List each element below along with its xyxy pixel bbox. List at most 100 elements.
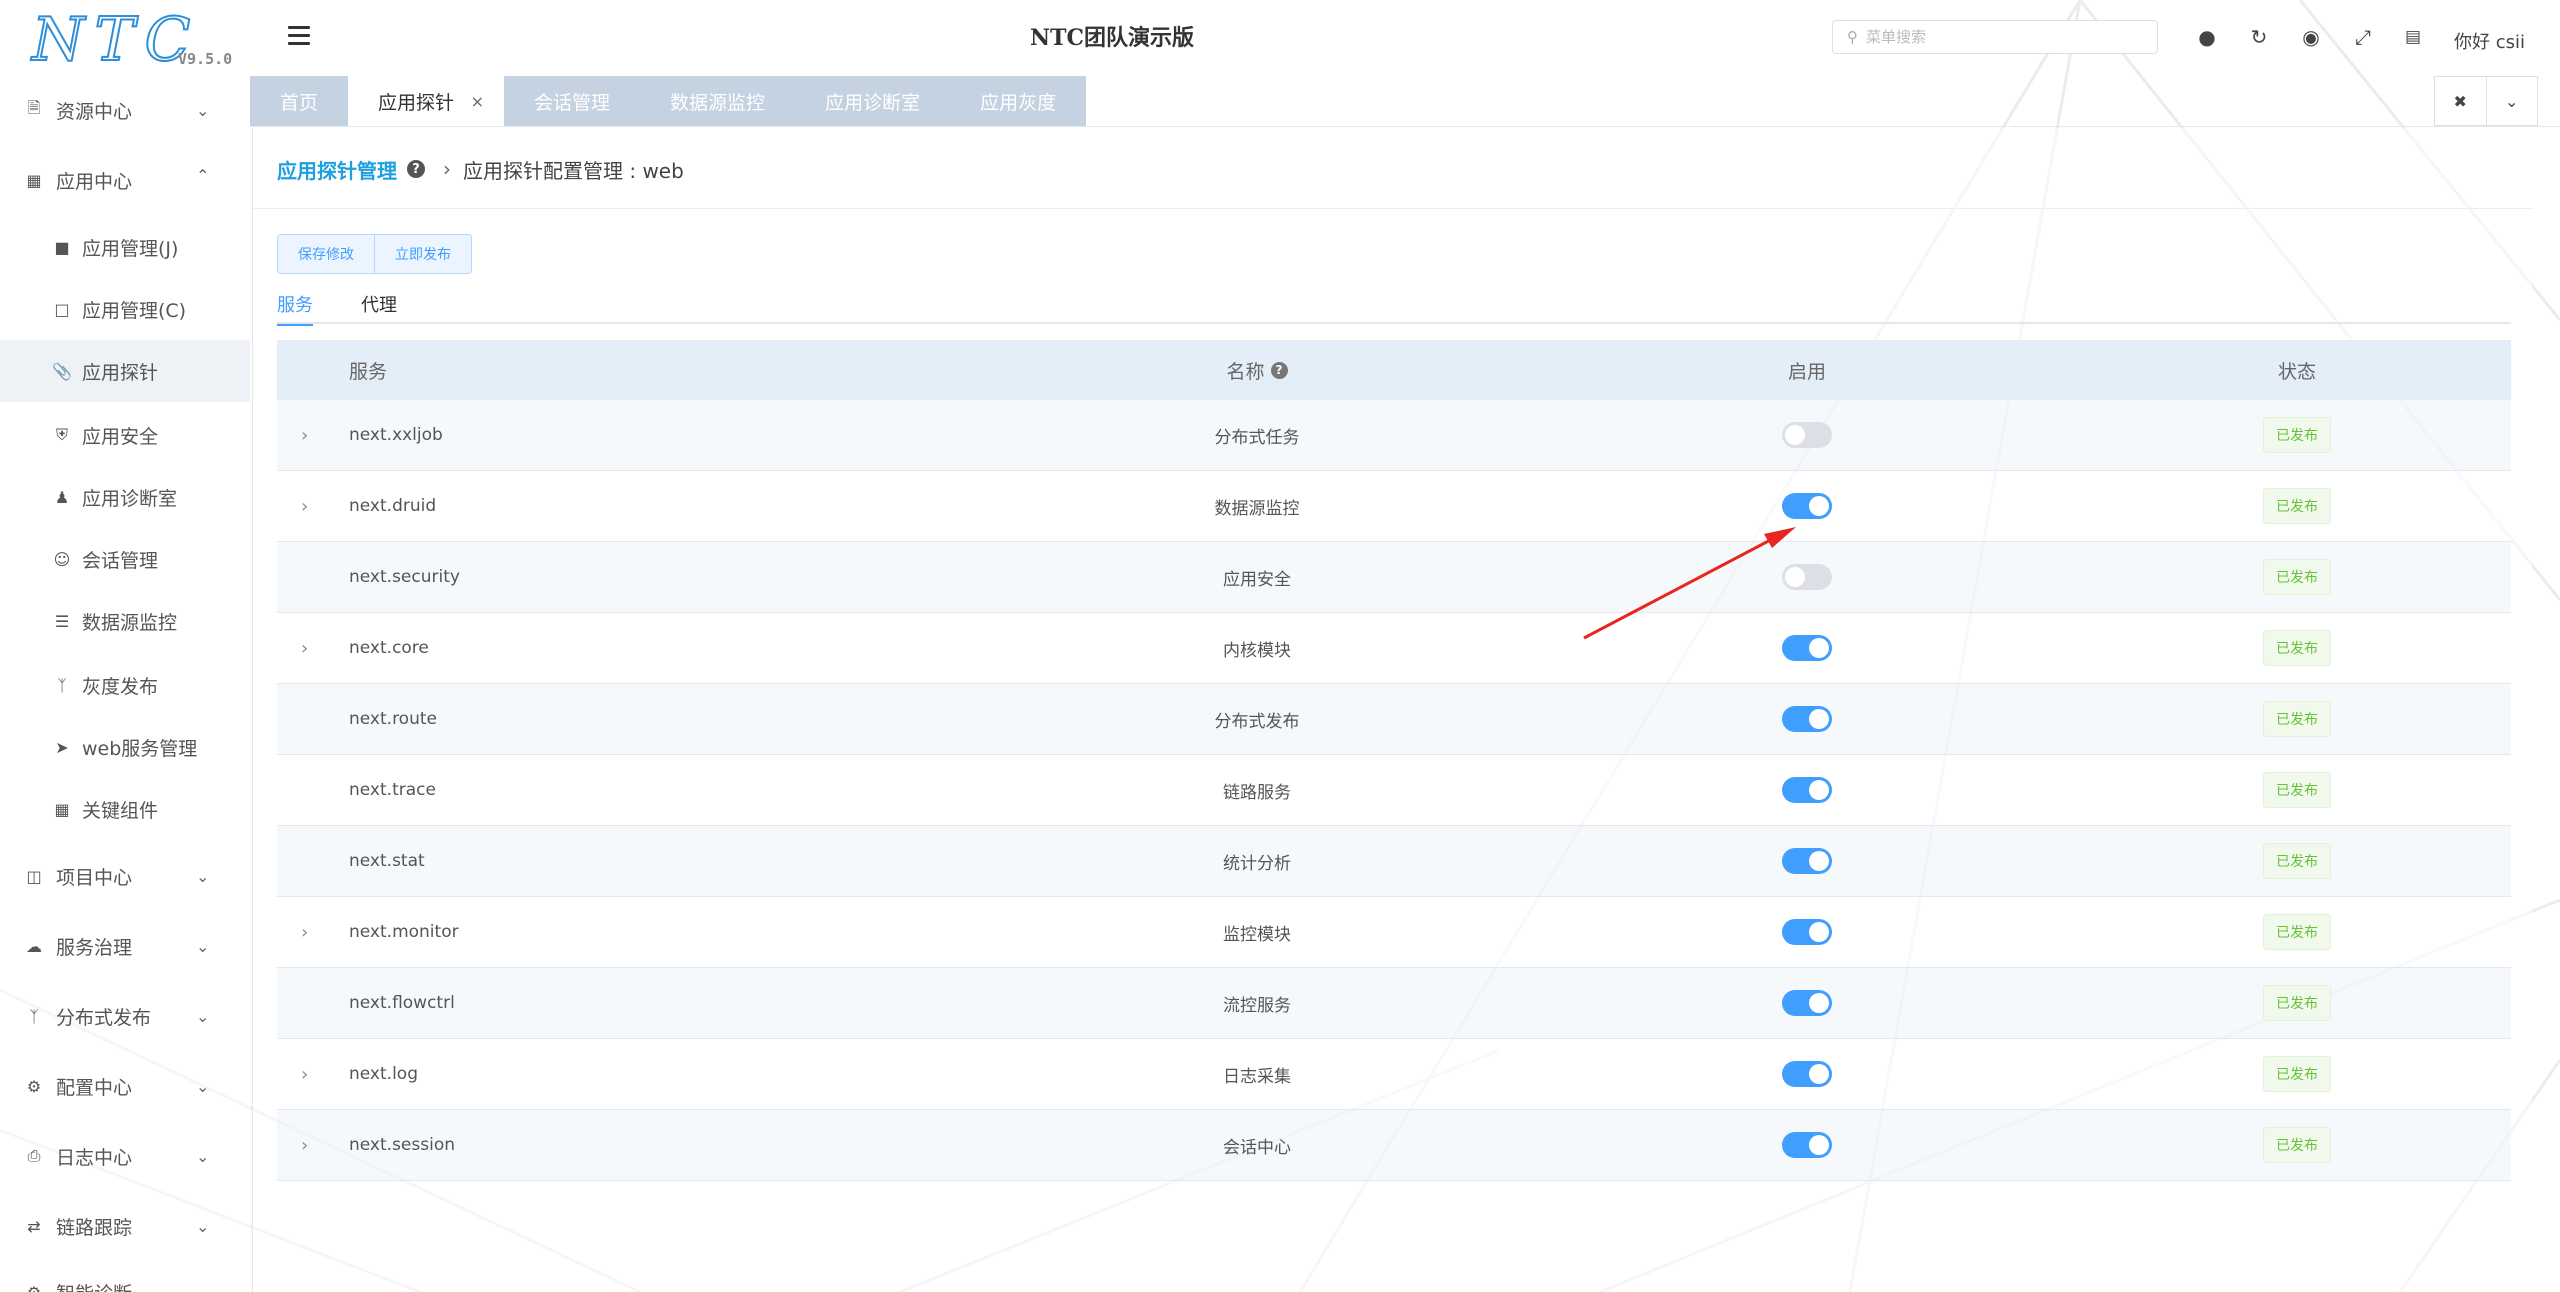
database-icon: ☰ <box>54 611 70 631</box>
enable-toggle[interactable] <box>1782 777 1832 803</box>
menu-toggle-icon[interactable] <box>288 26 310 48</box>
tab-app-gray[interactable]: 应用灰度 <box>950 76 1086 126</box>
enable-toggle[interactable] <box>1782 919 1832 945</box>
tab-app-probe[interactable]: 应用探针 × <box>348 76 505 126</box>
tab-home[interactable]: 首页 <box>250 76 348 126</box>
toggle-knob <box>1809 780 1829 800</box>
chevron-down-icon: ⌄ <box>196 1006 210 1026</box>
enable-toggle[interactable] <box>1782 1061 1832 1087</box>
status-badge: 已发布 <box>2263 985 2331 1021</box>
table-body: › next.xxljob 分布式任务 已发布 › next.druid 数据源监控 已发布 n… <box>277 400 2511 1181</box>
sidebar-group-distributed-release[interactable]: ᛉ 分布式发布 ⌄ <box>0 988 250 1044</box>
column-header-status: 状态 <box>2277 360 2316 383</box>
sidebar-group-smart-diagnosis[interactable]: ⚙ 智能诊断 ⌄ <box>0 1264 250 1292</box>
app-title: NTC团队演示版 <box>1030 25 1194 51</box>
file-icon: 🗎 <box>27 97 41 117</box>
expand-chevron-icon[interactable]: › <box>301 1039 308 1109</box>
table-row: › next.session 会话中心 已发布 <box>277 1110 2511 1181</box>
subtab-proxy[interactable]: 代理 <box>361 284 397 324</box>
sidebar-item-app-mgmt-j[interactable]: ■ 应用管理(J) <box>0 216 250 278</box>
sidebar-group-project-center[interactable]: ◫ 项目中心 ⌄ <box>0 848 250 904</box>
word-doc-icon[interactable]: ▤ <box>2400 24 2426 50</box>
close-icon[interactable]: × <box>471 92 484 111</box>
tab-session-mgmt[interactable]: 会话管理 <box>504 76 640 126</box>
table-row: next.trace 链路服务 已发布 <box>277 755 2511 826</box>
expand-chevron-icon[interactable]: › <box>301 471 308 541</box>
fullscreen-icon[interactable]: ⤢ <box>2350 24 2376 50</box>
save-button[interactable]: 保存修改 <box>278 235 375 273</box>
close-all-tabs-icon[interactable]: ✖ <box>2435 77 2487 125</box>
enable-toggle[interactable] <box>1782 706 1832 732</box>
search-input[interactable] <box>1866 28 2136 46</box>
refresh-icon[interactable]: ↻ <box>2246 24 2272 50</box>
target-icon[interactable]: ◉ <box>2298 24 2324 50</box>
version-label: V9.5.0 <box>178 50 233 68</box>
sidebar-item-datasource-monitor[interactable]: ☰ 数据源监控 <box>0 590 250 652</box>
status-badge: 已发布 <box>2263 843 2331 879</box>
top-header: NTC团队演示版 ⚲ ● ↻ ◉ ⤢ ▤ 你好 csii <box>250 0 2560 76</box>
service-table: 服务 名称 ? 启用 状态 › next.xxljob 分布式任务 已发布 › next.… <box>277 340 2511 1181</box>
expand-chevron-icon[interactable]: › <box>301 400 308 470</box>
table-header: 服务 名称 ? 启用 状态 <box>277 340 2511 400</box>
sidebar-item-label: 应用管理(J) <box>82 237 179 260</box>
cell-status: 已发布 <box>2057 471 2537 541</box>
cell-name: 数据源监控 <box>1214 498 1300 519</box>
user-greeting[interactable]: 你好 csii <box>2454 28 2525 54</box>
cell-enabled <box>1557 826 2057 896</box>
enable-toggle[interactable] <box>1782 564 1832 590</box>
cell-name: 统计分析 <box>1223 853 1291 874</box>
tab-app-diagnosis[interactable]: 应用诊断室 <box>795 76 950 126</box>
expand-chevron-icon[interactable]: › <box>301 613 308 683</box>
table-row: › next.xxljob 分布式任务 已发布 <box>277 400 2511 471</box>
sidebar-group-label: 分布式发布 <box>56 1006 152 1029</box>
search-icon: ⚲ <box>1847 28 1858 46</box>
sidebar-item-key-components[interactable]: ▦ 关键组件 <box>0 778 250 840</box>
sidebar-item-app-mgmt-c[interactable]: □ 应用管理(C) <box>0 278 250 340</box>
expand-chevron-icon[interactable]: › <box>301 897 308 967</box>
paperclip-icon: 📎 <box>52 361 72 381</box>
tab-label: 应用灰度 <box>980 91 1057 114</box>
sidebar-group-app-center[interactable]: ▦ 应用中心 ⌃ <box>0 152 250 208</box>
sidebar-item-label: 灰度发布 <box>82 675 159 698</box>
enable-toggle[interactable] <box>1782 493 1832 519</box>
status-badge: 已发布 <box>2263 488 2331 524</box>
help-icon[interactable]: ? <box>407 160 425 178</box>
sidebar-item-session-mgmt[interactable]: ☺ 会话管理 <box>0 528 250 590</box>
sidebar-item-app-diagnosis[interactable]: ♟ 应用诊断室 <box>0 466 250 528</box>
folder-open-icon: □ <box>54 299 70 319</box>
tab-datasource-monitor[interactable]: 数据源监控 <box>640 76 795 126</box>
sidebar-group-trace[interactable]: ⇄ 链路跟踪 ⌄ <box>0 1198 250 1254</box>
cell-enabled <box>1557 755 2057 825</box>
enable-toggle[interactable] <box>1782 848 1832 874</box>
chevron-down-icon[interactable]: ⌄ <box>2487 77 2538 125</box>
sidebar-group-log-center[interactable]: ⎙ 日志中心 ⌄ <box>0 1128 250 1184</box>
enable-toggle[interactable] <box>1782 990 1832 1016</box>
expand-chevron-icon[interactable]: › <box>301 1110 308 1180</box>
enable-toggle[interactable] <box>1782 635 1832 661</box>
sidebar-item-label: web服务管理 <box>82 737 198 760</box>
help-icon[interactable]: ? <box>1270 361 1288 379</box>
enable-toggle[interactable] <box>1782 1132 1832 1158</box>
publish-button[interactable]: 立即发布 <box>375 235 471 273</box>
enable-toggle[interactable] <box>1782 422 1832 448</box>
apps-icon: ▦ <box>26 170 42 190</box>
doctor-icon: ♟ <box>54 487 70 507</box>
cell-name: 分布式任务 <box>1214 427 1300 448</box>
sidebar-group-service-governance[interactable]: ☁ 服务治理 ⌄ <box>0 918 250 974</box>
sidebar-item-gray-release[interactable]: ᛉ 灰度发布 <box>0 654 250 716</box>
tab-label: 会话管理 <box>534 91 611 114</box>
grid-icon: ▦ <box>54 799 70 819</box>
cell-name: 内核模块 <box>1223 640 1291 661</box>
sidebar-item-web-service[interactable]: ➤ web服务管理 <box>0 716 250 778</box>
map-pin-icon[interactable]: ● <box>2194 24 2220 50</box>
sidebar-group-resource-center[interactable]: 🗎 资源中心 ⌄ <box>0 82 250 138</box>
sidebar-group-config-center[interactable]: ⚙ 配置中心 ⌄ <box>0 1058 250 1114</box>
breadcrumb-root[interactable]: 应用探针管理 <box>277 155 397 184</box>
menu-search[interactable]: ⚲ <box>1832 20 2158 54</box>
subtab-service[interactable]: 服务 <box>277 284 313 326</box>
cloud-icon: ☁ <box>26 936 42 956</box>
branch-icon: ᛉ <box>29 1006 39 1026</box>
sidebar-item-app-security[interactable]: ⛨ 应用安全 <box>0 404 250 466</box>
diagnose-icon: ⚙ <box>26 1282 42 1292</box>
sidebar-item-app-probe[interactable]: 📎 应用探针 <box>0 340 250 402</box>
